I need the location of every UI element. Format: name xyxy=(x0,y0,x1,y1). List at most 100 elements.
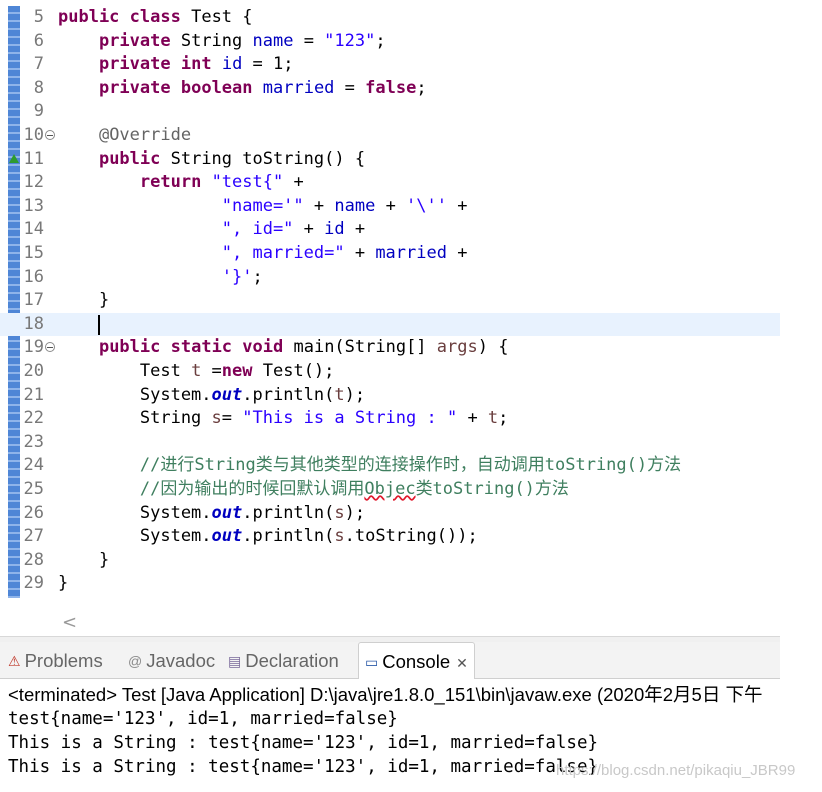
code-line[interactable]: 16 '}'; xyxy=(0,266,780,290)
code-token: name xyxy=(252,30,294,51)
tab-javadoc[interactable]: @ Javadoc xyxy=(128,642,215,678)
code-token: ", married=" xyxy=(221,243,345,263)
close-icon[interactable]: ✕ xyxy=(456,655,468,671)
code-token: = xyxy=(201,361,222,381)
code-token: + xyxy=(283,172,304,193)
code-token: int xyxy=(180,54,212,75)
code-line[interactable]: 11 public String toString() { xyxy=(0,148,780,172)
code-token: ); xyxy=(344,384,366,405)
code-token: married xyxy=(262,77,335,98)
line-number: 12 xyxy=(23,172,44,193)
code-text: ", id=" + id + xyxy=(58,218,365,242)
code-line[interactable]: 21 System.out.println(t); xyxy=(0,384,780,408)
code-line[interactable]: 26 System.out.println(s); xyxy=(0,502,780,526)
code-token: void xyxy=(242,337,284,358)
tab-label: Problems xyxy=(24,650,103,671)
code-line[interactable]: 18 xyxy=(0,312,780,337)
code-token: = 1; xyxy=(242,54,294,75)
code-line[interactable]: 25 //因为输出的时候回默认调用Objec类toString()方法 xyxy=(0,478,780,502)
code-token: .println( xyxy=(242,526,335,547)
code-token: Test xyxy=(58,361,192,381)
code-line[interactable]: 9 xyxy=(0,100,780,124)
code-line[interactable]: 5 public class Test { xyxy=(0,6,780,30)
tab-declaration[interactable]: ▤ Declaration xyxy=(228,642,339,678)
problems-icon: ⚠ xyxy=(8,653,21,669)
code-token: 类toString()方法 xyxy=(415,479,569,499)
watermark-text: https://blog.csdn.net/pikaqiu_JBR99 xyxy=(556,762,796,779)
code-token: boolean xyxy=(180,77,253,98)
code-line[interactable]: 28 } xyxy=(0,549,780,573)
line-number: 19 xyxy=(23,337,44,358)
scroll-left-arrow-icon[interactable]: < xyxy=(62,612,77,633)
code-line[interactable]: 23 xyxy=(0,431,780,455)
code-token: public xyxy=(98,337,161,358)
horizontal-scrollbar[interactable]: < xyxy=(56,610,780,634)
fold-toggle-icon[interactable] xyxy=(45,130,55,140)
code-token: System. xyxy=(58,502,212,523)
code-line[interactable]: 13 "name='" + name + '\'' + xyxy=(0,195,780,219)
code-text: String s= "This is a String : " + t; xyxy=(58,407,509,431)
code-token: + xyxy=(293,219,325,240)
code-line[interactable]: 8 private boolean married = false; xyxy=(0,77,780,101)
code-token: + xyxy=(447,195,468,216)
code-text: Test t =new Test(); xyxy=(58,360,335,384)
code-token: new xyxy=(221,361,253,381)
code-line[interactable]: 22 String s= "This is a String : " + t; xyxy=(0,407,780,431)
code-line[interactable]: 29} xyxy=(0,572,780,596)
code-token: ); xyxy=(344,502,366,523)
code-line[interactable]: 17 } xyxy=(0,289,780,313)
code-line[interactable]: 14 ", id=" + id + xyxy=(0,218,780,242)
code-text: '}'; xyxy=(58,266,263,290)
code-editor[interactable]: 5 public class Test {6 private String nam… xyxy=(0,0,780,608)
code-token: //因为输出的时候回默认调用 xyxy=(139,479,365,499)
code-line[interactable]: 10 @Override xyxy=(0,124,780,148)
code-token: + xyxy=(375,195,407,216)
code-token: s xyxy=(211,408,222,429)
code-token: + xyxy=(446,243,468,263)
tab-problems[interactable]: ⚠ Problems xyxy=(8,642,103,678)
code-token: ) { xyxy=(477,337,509,358)
code-line[interactable]: 20 Test t =new Test(); xyxy=(0,360,780,384)
code-token: main(String[] xyxy=(283,337,437,358)
console-output-line: test{name='123', id=1, married=false} xyxy=(8,709,398,729)
console-status-text: <terminated> Test [Java Application] D:\… xyxy=(8,684,763,705)
console-icon: ▭ xyxy=(365,654,379,670)
code-token: public xyxy=(98,148,161,169)
line-number: 5 xyxy=(33,7,44,27)
code-token: + xyxy=(344,219,366,240)
console-output-line: This is a String : test{name='123', id=1… xyxy=(8,733,599,753)
javadoc-icon: @ xyxy=(128,653,143,669)
code-token: ; xyxy=(252,266,263,287)
code-token: class xyxy=(129,7,181,27)
code-text: private String name = "123"; xyxy=(58,30,386,54)
line-number: 14 xyxy=(23,219,44,240)
tab-console[interactable]: ▭ Console ✕ xyxy=(358,642,475,679)
code-line[interactable]: 6 private String name = "123"; xyxy=(0,30,780,54)
fold-toggle-icon[interactable] xyxy=(45,342,55,353)
code-text: private boolean married = false; xyxy=(58,77,427,101)
code-token: System. xyxy=(58,526,212,547)
line-number: 27 xyxy=(23,526,44,547)
code-text: "name='" + name + '\'' + xyxy=(58,195,468,219)
tab-label: Declaration xyxy=(245,650,339,671)
line-number: 10 xyxy=(23,125,44,145)
code-line[interactable]: 12 return "test{" + xyxy=(0,171,780,195)
code-token: String xyxy=(58,408,212,429)
code-text: public String toString() { xyxy=(58,148,365,172)
code-line[interactable]: 7 private int id = 1; xyxy=(0,53,780,77)
code-token: } xyxy=(58,573,69,594)
code-text: } xyxy=(58,549,109,573)
code-line[interactable]: 24 //进行String类与其他类型的连接操作时，自动调用toString()… xyxy=(0,454,780,478)
code-line[interactable]: 19 public static void main(String[] args… xyxy=(0,336,780,360)
code-line[interactable]: 27 System.out.println(s.toString()); xyxy=(0,525,780,549)
line-number: 26 xyxy=(23,502,44,523)
code-text: private int id = 1; xyxy=(58,53,294,77)
code-line[interactable]: 15 ", married=" + married + xyxy=(0,242,780,266)
